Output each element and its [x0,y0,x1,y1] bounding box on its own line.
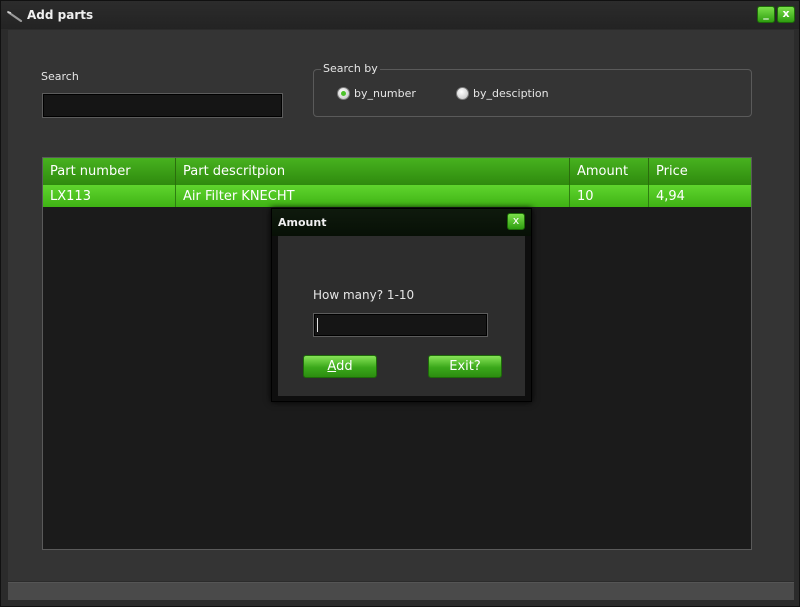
amount-prompt: How many? 1-10 [313,288,415,302]
title-bar[interactable]: Add parts _ x [1,1,799,29]
radio-by-number[interactable] [337,87,350,100]
cell-part-description: Air Filter KNECHT [176,185,570,207]
add-parts-window: Add parts _ x Search Search by by_number… [0,0,800,607]
column-header-part-number[interactable]: Part number [43,158,176,185]
add-button[interactable]: Add [303,355,377,378]
search-label: Search [41,70,79,83]
add-button-accelerator: A [327,359,337,374]
wrench-icon [7,10,23,22]
column-header-part-description[interactable]: Part descritpion [176,158,570,185]
column-header-price[interactable]: Price [649,158,751,185]
radio-by-number-label[interactable]: by_number [354,87,416,100]
radio-by-description[interactable] [456,87,469,100]
close-button[interactable]: x [777,6,795,23]
minimize-button[interactable]: _ [757,6,775,23]
status-bar [8,582,794,600]
table-row[interactable]: LX113 Air Filter KNECHT 10 4,94 [43,185,751,207]
amount-input[interactable] [313,313,488,337]
cell-price: 4,94 [656,188,685,204]
amount-dialog: Amount x How many? 1-10 Add Exit? [271,208,532,402]
column-header-amount[interactable]: Amount [570,158,649,185]
search-input[interactable] [42,93,283,118]
dialog-title: Amount [278,216,327,229]
search-by-title: Search by [321,62,380,75]
cell-part-number: LX113 [43,185,176,207]
dialog-title-bar[interactable]: Amount x [272,209,531,236]
dialog-close-button[interactable]: x [507,213,525,230]
exit-button[interactable]: Exit? [428,355,502,378]
cell-amount: 10 [570,185,649,207]
text-caret [317,318,318,332]
window-title: Add parts [27,8,94,22]
add-button-label: dd [336,359,353,374]
radio-by-description-label[interactable]: by_desciption [473,87,549,100]
table-header: Part number Part descritpion Amount Pric… [43,158,751,185]
dialog-body: How many? 1-10 Add Exit? [278,236,525,396]
